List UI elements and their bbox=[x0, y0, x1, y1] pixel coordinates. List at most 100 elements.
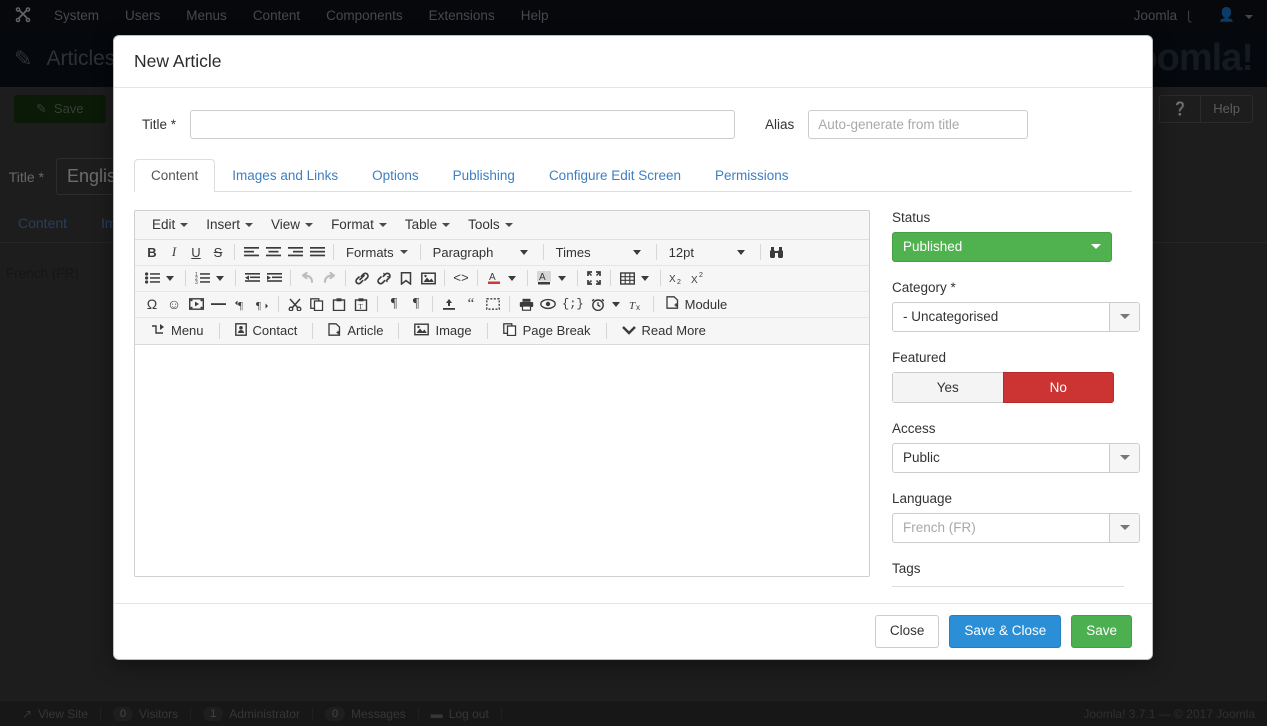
indent-icon[interactable] bbox=[263, 267, 285, 289]
numbered-list-split-button[interactable]: 123 bbox=[191, 267, 230, 289]
outdent-icon[interactable] bbox=[241, 267, 263, 289]
tags-input[interactable] bbox=[892, 586, 1124, 587]
nonbreaking-space-icon[interactable] bbox=[482, 293, 504, 315]
svg-text:A: A bbox=[539, 272, 546, 283]
joomla-button-contact[interactable]: Contact bbox=[225, 320, 308, 342]
joomla-button-read-more[interactable]: Read More bbox=[612, 320, 716, 342]
featured-no-button[interactable]: No bbox=[1003, 372, 1115, 403]
font-family-select[interactable]: Times bbox=[549, 241, 651, 263]
menubar-item-tools[interactable]: Tools bbox=[459, 214, 522, 235]
save-button[interactable]: Save bbox=[1071, 615, 1132, 647]
strikethrough-button[interactable]: S bbox=[207, 241, 229, 263]
svg-text:X: X bbox=[669, 274, 676, 285]
bookmark-icon[interactable] bbox=[395, 267, 417, 289]
italic-button[interactable]: I bbox=[163, 241, 185, 263]
superscript-icon[interactable]: X2 bbox=[688, 267, 710, 289]
language-select[interactable]: French (FR) bbox=[892, 513, 1140, 543]
save-and-close-button[interactable]: Save & Close bbox=[949, 615, 1061, 647]
tab-images-and-links[interactable]: Images and Links bbox=[215, 159, 355, 192]
clock-split-button[interactable] bbox=[587, 293, 626, 315]
featured-yes-button[interactable]: Yes bbox=[892, 372, 1003, 403]
block-format-select[interactable]: Paragraph bbox=[426, 241, 538, 263]
menubar-item-table[interactable]: Table bbox=[396, 214, 459, 235]
code-icon[interactable]: <> bbox=[450, 267, 472, 289]
remove-format-icon[interactable]: Tx bbox=[626, 293, 648, 315]
access-select[interactable]: Public bbox=[892, 443, 1140, 473]
align-center-icon[interactable] bbox=[262, 241, 284, 263]
joomla-button-menu[interactable]: Menu bbox=[141, 320, 214, 342]
paste-icon[interactable] bbox=[328, 293, 350, 315]
modal-tabs: Content Images and Links Options Publish… bbox=[134, 159, 1132, 192]
binoculars-icon[interactable] bbox=[766, 241, 788, 263]
menubar-item-edit[interactable]: Edit bbox=[143, 214, 197, 235]
film-icon[interactable] bbox=[185, 293, 207, 315]
omega-icon[interactable]: Ω bbox=[141, 293, 163, 315]
alias-input[interactable] bbox=[808, 110, 1028, 139]
menubar-item-view[interactable]: View bbox=[262, 214, 322, 235]
left-to-right-icon[interactable]: ¶ bbox=[229, 293, 251, 315]
joomla-button-article[interactable]: Article bbox=[318, 320, 393, 342]
link-icon[interactable] bbox=[351, 267, 373, 289]
paste-as-text-icon[interactable]: T bbox=[350, 293, 372, 315]
bullet-list-split-button[interactable] bbox=[141, 267, 180, 289]
scissors-icon[interactable] bbox=[284, 293, 306, 315]
background-color-icon[interactable]: A bbox=[533, 267, 555, 289]
underline-button[interactable]: U bbox=[185, 241, 207, 263]
formats-menu-button[interactable]: Formats bbox=[339, 241, 415, 263]
table-icon[interactable] bbox=[616, 267, 638, 289]
bold-button[interactable]: B bbox=[141, 241, 163, 263]
status-select[interactable]: Published bbox=[892, 232, 1112, 262]
unlink-icon[interactable] bbox=[373, 267, 395, 289]
right-to-left-icon[interactable]: ¶ bbox=[251, 293, 273, 315]
tab-options[interactable]: Options bbox=[355, 159, 436, 192]
horizontal-rule-icon[interactable] bbox=[207, 293, 229, 315]
align-right-icon[interactable] bbox=[284, 241, 306, 263]
tags-label: Tags bbox=[892, 561, 1124, 576]
template-icon[interactable]: {;} bbox=[559, 293, 587, 315]
divider bbox=[653, 296, 654, 312]
text-color-split-button[interactable]: A bbox=[483, 267, 522, 289]
pilcrow-blocks-icon[interactable]: ¶ bbox=[405, 293, 427, 315]
image-icon[interactable] bbox=[417, 267, 439, 289]
table-split-button[interactable] bbox=[616, 267, 655, 289]
menubar-item-insert[interactable]: Insert bbox=[197, 214, 262, 235]
quote-icon[interactable]: “ bbox=[460, 293, 482, 315]
font-size-select[interactable]: 12pt bbox=[662, 241, 755, 263]
eye-icon[interactable] bbox=[537, 293, 559, 315]
clock-icon[interactable] bbox=[587, 293, 609, 315]
redo-icon[interactable] bbox=[318, 267, 340, 289]
chevron-down-icon bbox=[558, 276, 566, 281]
undo-icon[interactable] bbox=[296, 267, 318, 289]
copy-icon[interactable] bbox=[306, 293, 328, 315]
tab-content[interactable]: Content bbox=[134, 159, 215, 192]
printer-icon[interactable] bbox=[515, 293, 537, 315]
fullscreen-icon[interactable] bbox=[583, 267, 605, 289]
page-break-icon bbox=[503, 323, 517, 339]
text-color-icon[interactable]: A bbox=[483, 267, 505, 289]
bullet-list-icon[interactable] bbox=[141, 267, 163, 289]
joomla-button-image[interactable]: Image bbox=[404, 320, 481, 342]
title-input[interactable] bbox=[190, 110, 735, 139]
align-justify-icon[interactable] bbox=[306, 241, 328, 263]
tab-configure-edit-screen[interactable]: Configure Edit Screen bbox=[532, 159, 698, 192]
close-button[interactable]: Close bbox=[875, 615, 940, 647]
module-button[interactable]: Module bbox=[659, 293, 735, 315]
upload-icon[interactable] bbox=[438, 293, 460, 315]
background-color-split-button[interactable]: A bbox=[533, 267, 572, 289]
menubar-item-format[interactable]: Format bbox=[322, 214, 396, 235]
pilcrow-icon[interactable]: ¶ bbox=[383, 293, 405, 315]
smiley-icon[interactable]: ☺ bbox=[163, 293, 185, 315]
tab-publishing[interactable]: Publishing bbox=[436, 159, 532, 192]
svg-text:x: x bbox=[636, 303, 640, 311]
subscript-icon[interactable]: X2 bbox=[666, 267, 688, 289]
joomla-button-page-break[interactable]: Page Break bbox=[493, 320, 601, 342]
chevron-down-icon bbox=[379, 223, 387, 227]
editor-toolbar-row-2: 123 bbox=[135, 266, 869, 292]
editor-content-area[interactable] bbox=[135, 345, 869, 576]
divider bbox=[527, 270, 528, 286]
tab-permissions[interactable]: Permissions bbox=[698, 159, 806, 192]
category-label: Category * bbox=[892, 280, 1124, 295]
align-left-icon[interactable] bbox=[240, 241, 262, 263]
category-select[interactable]: - Uncategorised bbox=[892, 302, 1140, 332]
numbered-list-icon[interactable]: 123 bbox=[191, 267, 213, 289]
